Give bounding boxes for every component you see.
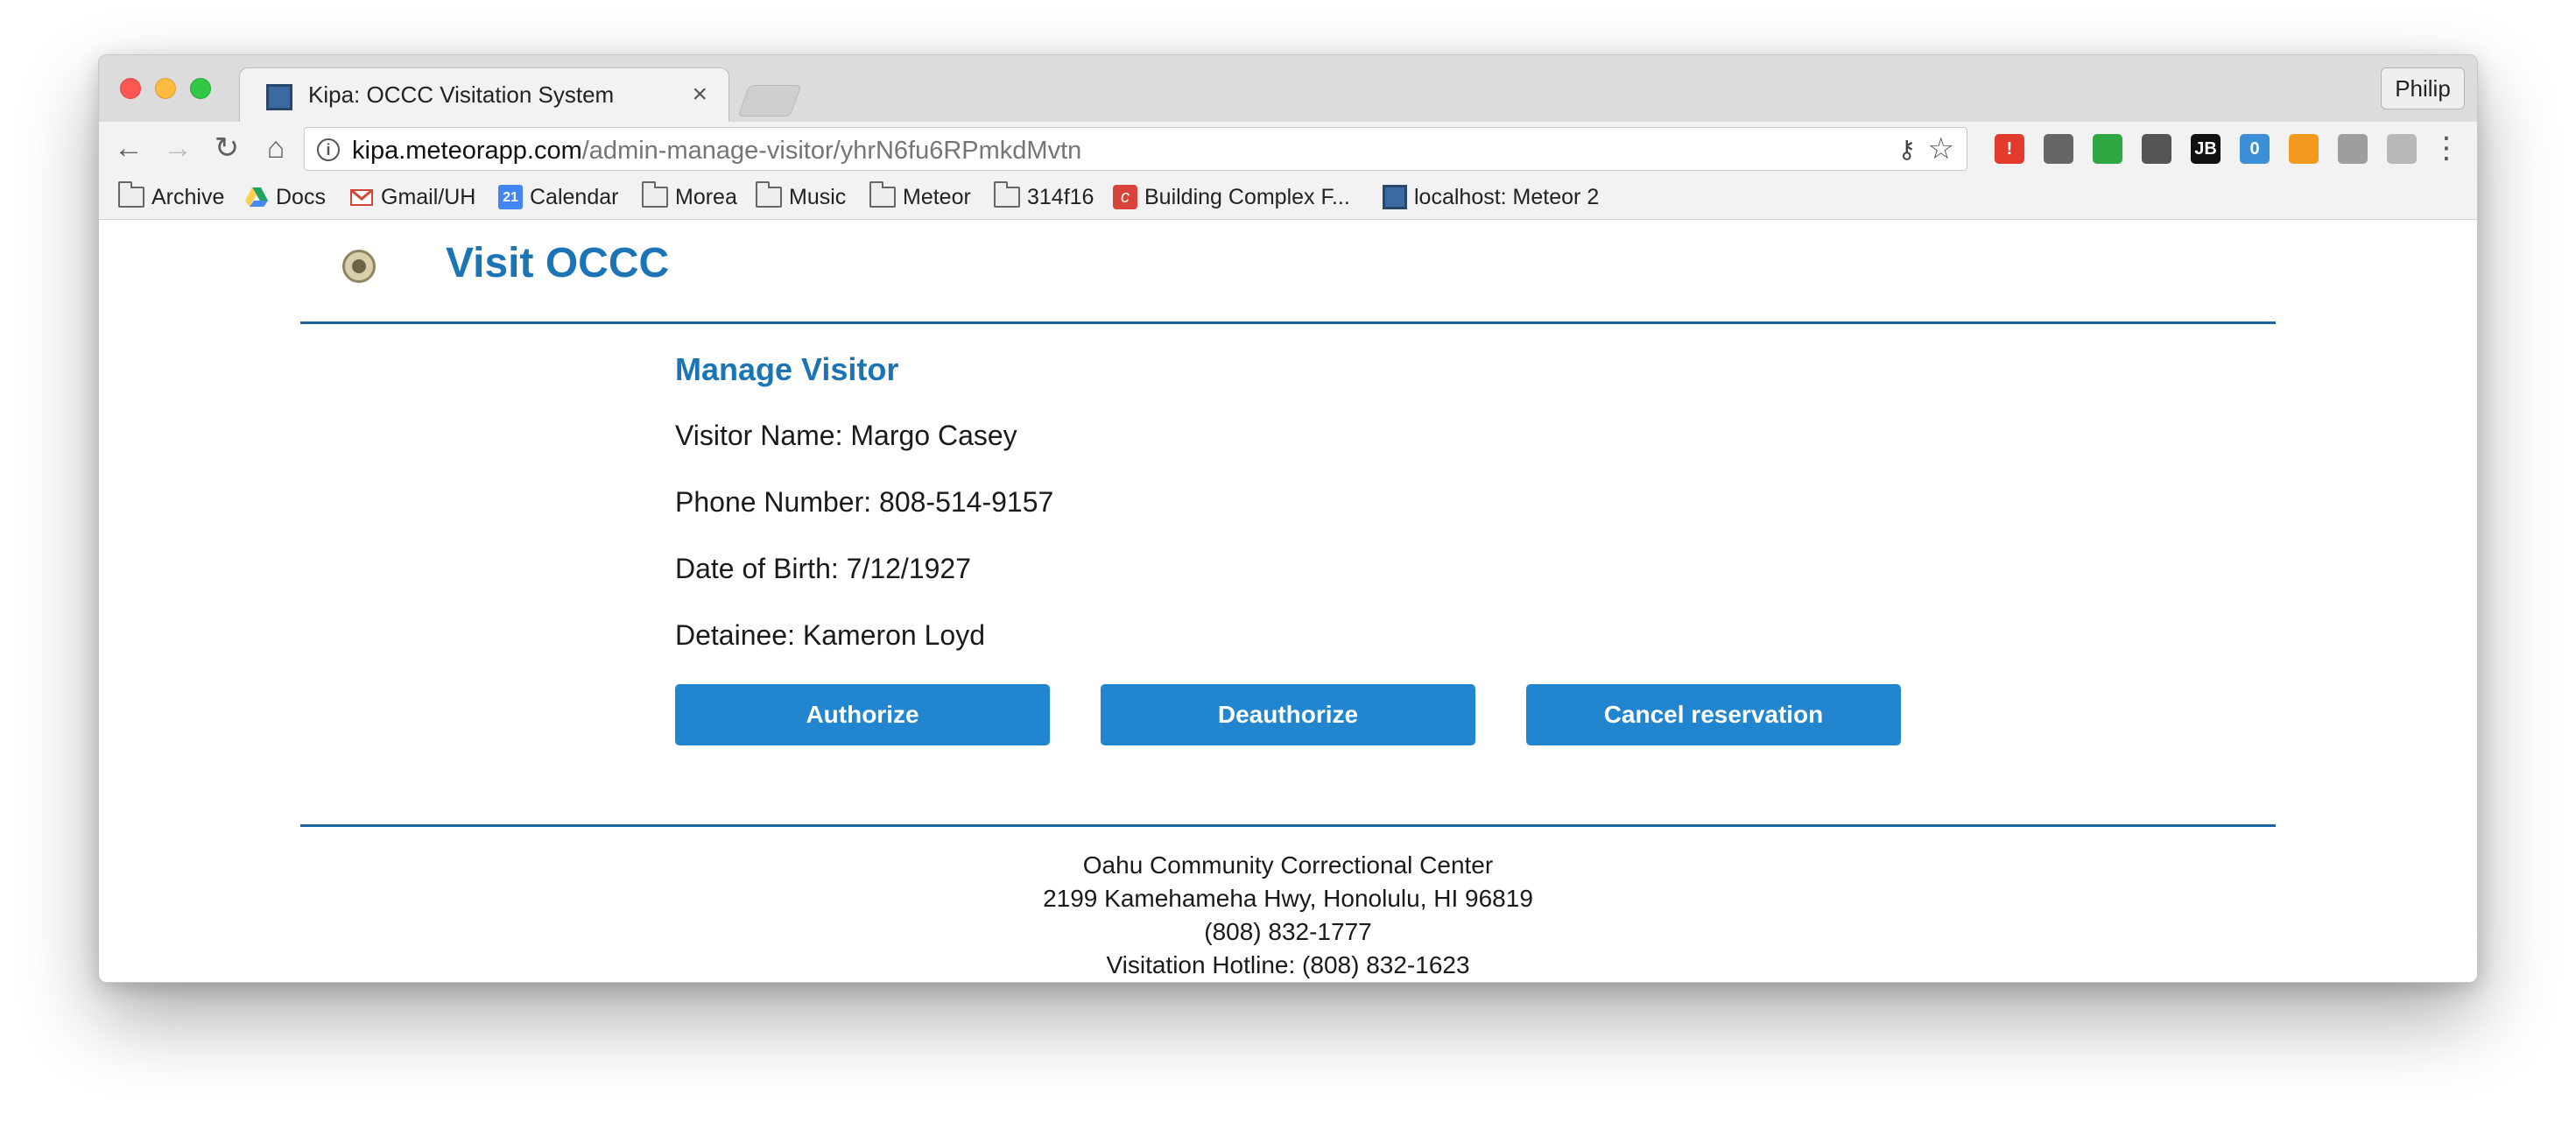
- site-favicon-icon: [266, 84, 292, 110]
- bookmark-label: localhost: Meteor 2: [1414, 184, 1600, 209]
- bookmark-gmail[interactable]: Gmail/UH: [349, 181, 475, 213]
- date-of-birth: Date of Birth: 7/12/1927: [675, 553, 971, 584]
- gmail-icon: [350, 188, 373, 206]
- folder-icon: [642, 181, 668, 208]
- window-close-button[interactable]: [120, 78, 141, 99]
- bookmark-building-complex[interactable]: c Building Complex F...: [1113, 181, 1350, 213]
- sync-extension-icon[interactable]: [2044, 134, 2073, 164]
- authorize-button[interactable]: Authorize: [675, 684, 1050, 745]
- url-path: /admin-manage-visitor/yhrN6fu6RPmkdMvtn: [581, 137, 1082, 165]
- tab-strip: Kipa: OCCC Visitation System × Philip: [99, 55, 2477, 122]
- footer-hotline: Visitation Hotline: (808) 832-1623: [1106, 951, 1470, 978]
- occc-seal-logo: [342, 250, 376, 283]
- bookmark-label: Morea: [675, 184, 737, 209]
- footer-divider: [300, 824, 2276, 827]
- bookmarks-bar: Archive Docs Gmail/UH 21 Calendar Morea: [99, 174, 2477, 220]
- tab-close-icon[interactable]: ×: [692, 81, 707, 109]
- bookmark-label: Gmail/UH: [381, 184, 476, 209]
- bookmark-label: Music: [789, 184, 847, 209]
- folder-icon: [118, 181, 144, 208]
- bookmark-label: Docs: [276, 184, 326, 209]
- footer-facility-name: Oahu Community Correctional Center: [1082, 851, 1494, 879]
- bookmark-label: 314f16: [1027, 184, 1094, 209]
- tab-title: Kipa: OCCC Visitation System: [308, 81, 615, 108]
- folder-icon: [756, 181, 782, 208]
- folder-icon: [994, 181, 1020, 208]
- bookmark-label: Archive: [151, 184, 225, 209]
- bookmark-label: Building Complex F...: [1144, 184, 1350, 209]
- gear-extension-icon[interactable]: [2338, 134, 2368, 164]
- profile-button[interactable]: Philip: [2381, 67, 2465, 109]
- bookmark-archive[interactable]: Archive: [118, 181, 224, 213]
- browser-window: Kipa: OCCC Visitation System × Philip ← …: [98, 54, 2478, 983]
- bookmark-calendar[interactable]: 21 Calendar: [498, 181, 618, 213]
- bookmark-morea[interactable]: Morea: [642, 181, 737, 213]
- home-icon[interactable]: ⌂: [257, 129, 295, 167]
- cancel-reservation-button[interactable]: Cancel reservation: [1526, 684, 1901, 745]
- chart-extension-icon[interactable]: [2289, 134, 2319, 164]
- building-complex-icon: c: [1113, 185, 1137, 209]
- site-title[interactable]: Visit OCCC: [446, 239, 669, 287]
- footer: Oahu Community Correctional Center 2199 …: [99, 849, 2477, 982]
- footer-phone: (808) 832-1777: [1204, 918, 1372, 945]
- browser-tab-active[interactable]: Kipa: OCCC Visitation System ×: [239, 67, 729, 122]
- url-host: kipa.meteorapp.com: [352, 137, 582, 165]
- lock-extension-icon[interactable]: 0: [2240, 134, 2270, 164]
- bookmark-localhost[interactable]: localhost: Meteor 2: [1383, 181, 1599, 213]
- bookmark-meteor[interactable]: Meteor: [869, 181, 971, 213]
- info-extension-icon[interactable]: [2142, 134, 2171, 164]
- footer-address: 2199 Kamehameha Hwy, Honolulu, HI 96819: [1043, 885, 1533, 912]
- window-maximize-button[interactable]: [190, 78, 211, 99]
- meteor-site-icon: [1383, 185, 1407, 209]
- url-text[interactable]: kipa.meteorapp.com/admin-manage-visitor/…: [352, 137, 1081, 166]
- phone-number: Phone Number: 808-514-9157: [675, 486, 1054, 518]
- back-arrow-icon[interactable]: ←: [109, 129, 148, 167]
- reload-icon[interactable]: ↻: [208, 129, 246, 167]
- folder-icon: [869, 181, 896, 208]
- deauthorize-button[interactable]: Deauthorize: [1101, 684, 1475, 745]
- browser-toolbar: ← → ↻ ⌂ i kipa.meteorapp.com/admin-manag…: [99, 122, 2477, 174]
- site-info-icon[interactable]: i: [317, 138, 340, 161]
- new-tab-button[interactable]: [737, 85, 802, 117]
- bookmark-label: Meteor: [903, 184, 971, 209]
- bookmark-docs[interactable]: Docs: [244, 181, 326, 213]
- header-divider: [300, 321, 2276, 324]
- detainee-name: Detainee: Kameron Loyd: [675, 619, 985, 651]
- window-minimize-button[interactable]: [155, 78, 176, 99]
- key-icon[interactable]: ⚷: [1897, 135, 1916, 164]
- page-heading: Manage Visitor: [675, 351, 899, 387]
- google-drive-icon: [245, 187, 268, 207]
- chat-extension-icon[interactable]: [2093, 134, 2122, 164]
- alert-extension-icon[interactable]: !: [1995, 134, 2024, 164]
- bookmark-music[interactable]: Music: [756, 181, 846, 213]
- page-content: Visit OCCC Manage Visitor Visitor Name: …: [99, 220, 2477, 982]
- visitor-name: Visitor Name: Margo Casey: [675, 420, 1017, 451]
- bookmark-label: Calendar: [530, 184, 619, 209]
- browser-menu-icon[interactable]: ⋮: [2432, 129, 2461, 167]
- jb-extension-icon[interactable]: JB: [2191, 134, 2221, 164]
- bookmark-star-icon[interactable]: ☆: [1928, 131, 1954, 166]
- address-bar[interactable]: i kipa.meteorapp.com/admin-manage-visito…: [304, 127, 1967, 171]
- forward-arrow-icon[interactable]: →: [158, 129, 197, 167]
- calendar-icon: 21: [498, 185, 523, 209]
- bookmark-314f16[interactable]: 314f16: [994, 181, 1094, 213]
- drive-extension-icon[interactable]: [2387, 134, 2417, 164]
